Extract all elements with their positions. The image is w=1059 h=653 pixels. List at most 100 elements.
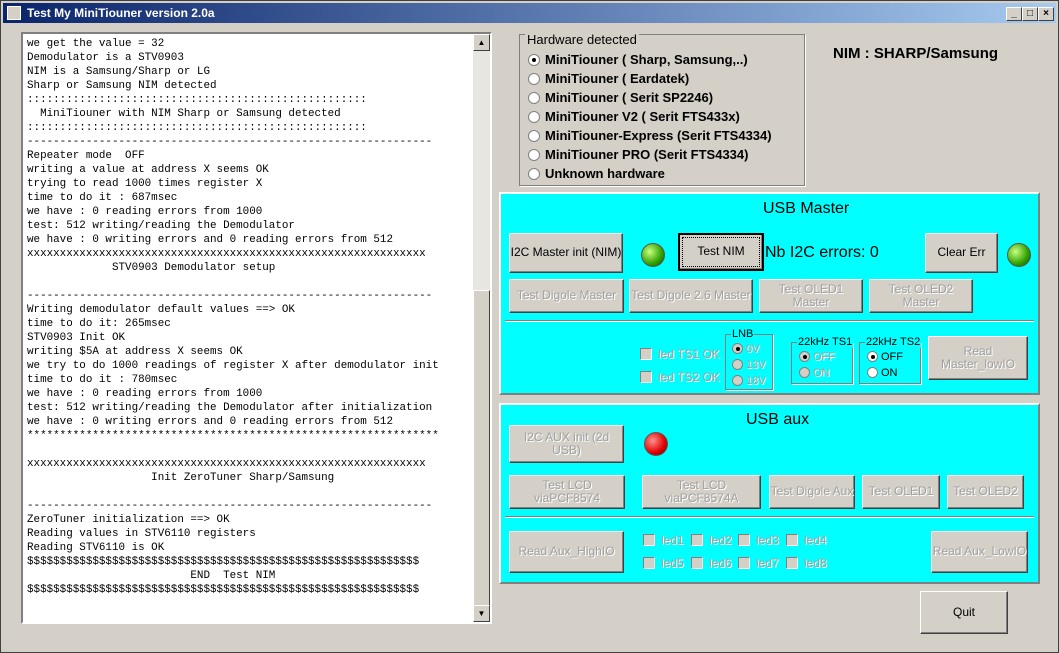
hardware-option-label: MiniTiouner-Express (Serit FTS4334) xyxy=(545,128,772,143)
ts2-off-radio[interactable]: OFF xyxy=(867,350,903,364)
test-digole-master-button[interactable]: Test Digole Master xyxy=(509,279,624,313)
hardware-option-label: MiniTiouner ( Serit SP2246) xyxy=(545,90,714,105)
hardware-option-1[interactable]: MiniTiouner ( Eardatek) xyxy=(528,70,689,88)
hardware-option-0[interactable]: MiniTiouner ( Sharp, Samsung,..) xyxy=(528,51,748,69)
error-led-icon xyxy=(1007,243,1031,267)
checkbox-icon xyxy=(786,533,798,546)
aux-led-label: led4 xyxy=(804,533,827,547)
checkbox-icon xyxy=(691,556,703,569)
aux-led6-checkbox[interactable]: led6 xyxy=(691,556,732,570)
aux-led-label: led2 xyxy=(709,533,732,547)
radio-icon xyxy=(528,167,540,180)
test-digole-aux-button[interactable]: Test Digole Aux xyxy=(769,475,855,509)
test-oled2-button[interactable]: Test OLED2 xyxy=(947,475,1024,509)
usb-aux-panel: USB aux I2C AUX init (2d USB) Test LCD v… xyxy=(499,403,1040,584)
test-oled2-master-button[interactable]: Test OLED2 Master xyxy=(869,279,973,313)
aux-led2-checkbox[interactable]: led2 xyxy=(691,533,732,547)
aux-led4-checkbox[interactable]: led4 xyxy=(786,533,827,547)
radio-icon xyxy=(732,358,743,370)
checkbox-icon xyxy=(738,533,750,546)
radio-icon xyxy=(732,342,743,354)
led-ts1-checkbox[interactable]: led TS1 OK xyxy=(640,347,720,361)
test-oled1-master-button[interactable]: Test OLED1 Master xyxy=(759,279,863,313)
test-lcd-pcf8574a-button[interactable]: Test LCD viaPCF8574A xyxy=(642,475,761,509)
led-ts2-checkbox[interactable]: led TS2 OK xyxy=(640,370,720,384)
aux-led3-checkbox[interactable]: led3 xyxy=(738,533,779,547)
test-digole-26-master-button[interactable]: Test Digole 2.6 Master xyxy=(629,279,753,313)
hardware-option-label: MiniTiouner ( Sharp, Samsung,..) xyxy=(545,52,748,67)
radio-icon xyxy=(799,350,810,362)
hardware-option-6[interactable]: Unknown hardware xyxy=(528,165,665,183)
aux-led5-checkbox[interactable]: led5 xyxy=(643,556,684,570)
read-master-lowio-button[interactable]: Read Master_lowIO xyxy=(928,336,1028,380)
radio-icon xyxy=(528,72,540,85)
scroll-down-icon[interactable]: ▼ xyxy=(473,605,490,622)
lnb-18v-label: 18V xyxy=(746,375,766,387)
radio-icon xyxy=(732,374,743,386)
i2c-aux-init-button[interactable]: I2C AUX init (2d USB) xyxy=(509,425,624,463)
hardware-option-label: MiniTiouner V2 ( Serit FTS433x) xyxy=(545,109,740,124)
hardware-option-3[interactable]: MiniTiouner V2 ( Serit FTS433x) xyxy=(528,108,740,126)
aux-divider xyxy=(505,516,1034,518)
hardware-option-4[interactable]: MiniTiouner-Express (Serit FTS4334) xyxy=(528,127,772,145)
maximize-button[interactable]: □ xyxy=(1022,7,1038,21)
checkbox-icon xyxy=(738,556,750,569)
aux-led-label: led6 xyxy=(709,556,732,570)
scroll-thumb[interactable] xyxy=(473,290,490,608)
scroll-up-icon[interactable]: ▲ xyxy=(473,34,490,51)
ts1-off-radio[interactable]: OFF xyxy=(799,350,835,364)
lnb-0v-label: 0V xyxy=(746,343,760,355)
ts2-off-label: OFF xyxy=(881,351,903,363)
aux-led-label: led8 xyxy=(804,556,827,570)
ts1-label: 22kHz TS1 xyxy=(797,336,854,348)
hardware-option-label: Unknown hardware xyxy=(545,166,665,181)
window-title: Test My MiniTiouner version 2.0a xyxy=(27,6,215,20)
aux-init-led-icon xyxy=(644,432,668,456)
lnb-13v-radio[interactable]: 13V xyxy=(732,358,766,372)
master-init-led-icon xyxy=(641,243,665,267)
aux-led7-checkbox[interactable]: led7 xyxy=(738,556,779,570)
master-divider xyxy=(505,320,1034,322)
radio-icon xyxy=(528,53,540,66)
led-ts1-label: led TS1 OK xyxy=(658,347,720,361)
aux-led1-checkbox[interactable]: led1 xyxy=(643,533,684,547)
log-scrollbar[interactable]: ▲ ▼ xyxy=(473,34,490,622)
test-oled1-button[interactable]: Test OLED1 xyxy=(862,475,940,509)
hardware-option-label: MiniTiouner PRO (Serit FTS4334) xyxy=(545,147,749,162)
main-window: Test My MiniTiouner version 2.0a _ □ × w… xyxy=(0,0,1059,653)
ts2-on-radio[interactable]: ON xyxy=(867,366,898,380)
hardware-option-5[interactable]: MiniTiouner PRO (Serit FTS4334) xyxy=(528,146,748,164)
test-lcd-pcf8574-button[interactable]: Test LCD viaPCF8574 xyxy=(509,475,625,509)
usb-master-title: USB Master xyxy=(763,200,850,217)
read-aux-highio-button[interactable]: Read Aux_HighIO xyxy=(509,531,624,573)
log-text: we get the value = 32 Demodulator is a S… xyxy=(27,38,439,596)
aux-led8-checkbox[interactable]: led8 xyxy=(786,556,827,570)
ts1-on-radio[interactable]: ON xyxy=(799,366,830,380)
hardware-legend: Hardware detected xyxy=(525,32,639,47)
usb-master-panel: USB Master I2C Master init (NIM) Test NI… xyxy=(499,192,1040,395)
i2c-master-init-button[interactable]: I2C Master init (NIM) xyxy=(509,233,623,273)
hardware-option-2[interactable]: MiniTiouner ( Serit SP2246) xyxy=(528,89,713,107)
read-aux-lowio-button[interactable]: Read Aux_LowIO xyxy=(931,531,1028,573)
radio-icon xyxy=(528,148,540,161)
title-bar[interactable]: Test My MiniTiouner version 2.0a _ □ × xyxy=(3,3,1056,23)
aux-led-label: led3 xyxy=(756,533,779,547)
test-nim-button[interactable]: Test NIM xyxy=(678,233,764,271)
lnb-13v-label: 13V xyxy=(746,359,766,371)
usb-aux-title: USB aux xyxy=(746,411,810,428)
i2c-errors-label: Nb I2C errors: 0 xyxy=(765,244,879,261)
led-ts2-label: led TS2 OK xyxy=(658,370,720,384)
checkbox-icon xyxy=(691,533,703,546)
lnb-0v-radio[interactable]: 0V xyxy=(732,342,759,356)
quit-button[interactable]: Quit xyxy=(920,591,1008,634)
lnb-18v-radio[interactable]: 18V xyxy=(732,374,766,388)
ts1-on-label: ON xyxy=(813,367,830,379)
aux-led-label: led1 xyxy=(661,533,684,547)
clear-err-button[interactable]: Clear Err xyxy=(925,233,998,273)
checkbox-icon xyxy=(643,533,655,546)
minimize-button[interactable]: _ xyxy=(1006,7,1022,21)
checkbox-icon xyxy=(640,370,652,383)
checkbox-icon xyxy=(643,556,655,569)
close-button[interactable]: × xyxy=(1038,7,1054,21)
log-textarea[interactable]: we get the value = 32 Demodulator is a S… xyxy=(21,32,492,624)
